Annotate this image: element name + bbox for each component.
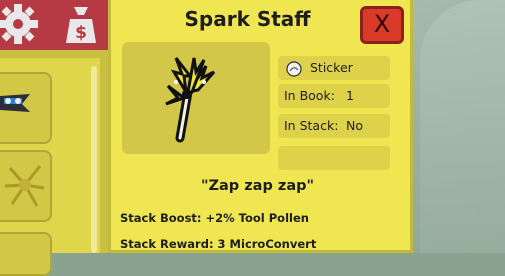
in-book-stat: In Book: 1: [278, 84, 390, 108]
empty-stat: [278, 146, 390, 170]
in-stack-stat: In Stack: No: [278, 114, 390, 138]
top-menu-bar: $: [0, 0, 122, 50]
spark-staff-icon: [165, 57, 216, 143]
in-book-value: 1: [346, 88, 354, 103]
close-button[interactable]: X: [360, 6, 404, 44]
money-bag-icon[interactable]: $: [56, 3, 106, 47]
inventory-scrollbar[interactable]: [91, 66, 97, 253]
sticker-stat[interactable]: Sticker: [278, 56, 390, 80]
in-book-label: In Book:: [284, 88, 335, 103]
in-stack-value: No: [346, 118, 363, 133]
in-stack-label: In Stack:: [284, 118, 339, 133]
pollen-icon: [4, 165, 45, 207]
gear-icon[interactable]: [0, 2, 48, 46]
stack-reward-text: Stack Reward: 3 MicroConvert: [120, 237, 317, 251]
bee-icon: [0, 94, 30, 112]
sticker-label: Sticker: [310, 60, 353, 75]
stack-boost-text: Stack Boost: +2% Tool Pollen: [120, 211, 309, 225]
svg-text:$: $: [75, 23, 87, 43]
inventory-slot[interactable]: [0, 232, 52, 276]
item-icon-frame: [122, 42, 270, 154]
item-description: "Zap zap zap": [200, 178, 315, 194]
item-title: Spark Staff: [184, 7, 311, 31]
sticker-icon: [286, 60, 302, 77]
